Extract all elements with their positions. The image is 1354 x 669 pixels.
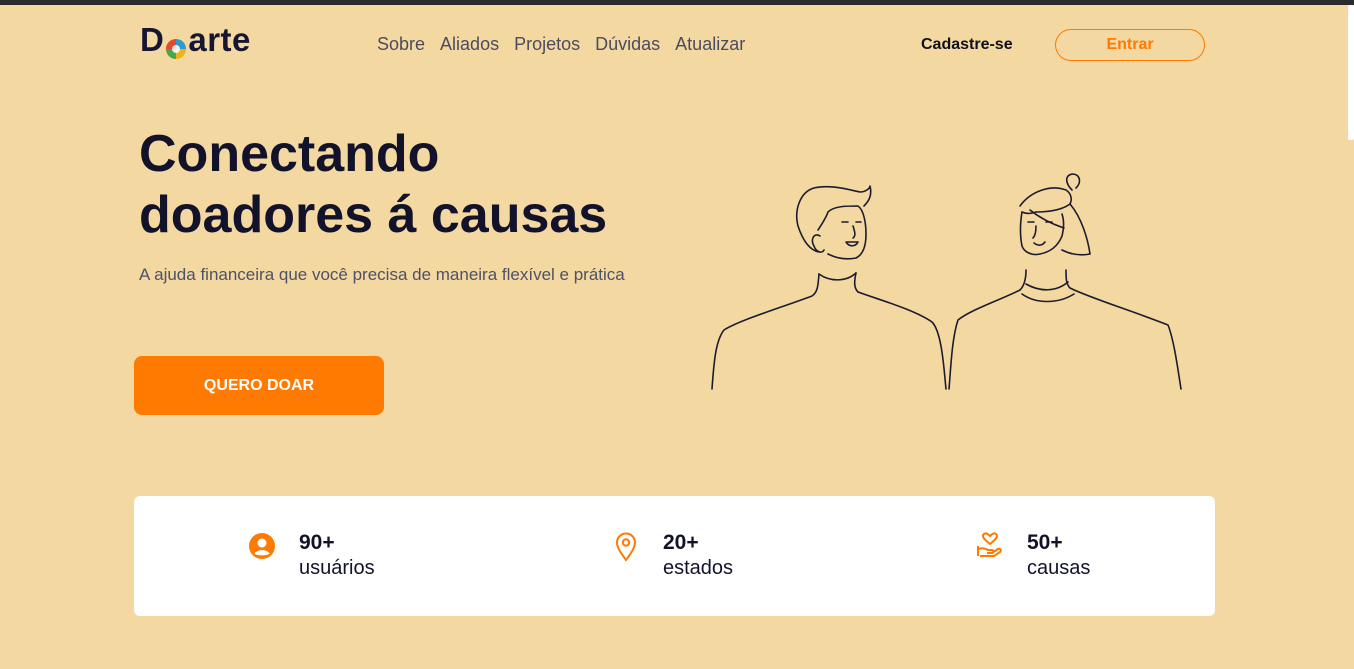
hero-title-line2: doadores á causas: [139, 186, 608, 244]
nav-link-atualizar[interactable]: Atualizar: [675, 34, 745, 55]
stat-states: 20+ estados: [612, 530, 733, 580]
donate-button[interactable]: QUERO DOAR: [134, 356, 384, 415]
stat-users-text: 90+ usuários: [299, 530, 375, 580]
people-illustration: [711, 173, 1182, 390]
stat-causes-label: causas: [1027, 557, 1091, 579]
nav-link-aliados[interactable]: Aliados: [440, 34, 499, 55]
nav-link-duvidas[interactable]: Dúvidas: [595, 34, 660, 55]
stat-users-value: 90+: [299, 531, 335, 554]
stat-states-value: 20+: [663, 531, 699, 554]
signup-link[interactable]: Cadastre-se: [921, 36, 1013, 54]
logo-text-d: D: [140, 21, 165, 58]
nav-link-sobre[interactable]: Sobre: [377, 34, 425, 55]
hero-subtitle: A ajuda financeira que você precisa de m…: [139, 265, 625, 284]
user-icon: [248, 532, 276, 562]
stat-causes: 50+ causas: [976, 530, 1090, 580]
browser-top-bar: [0, 0, 1354, 5]
stat-states-label: estados: [663, 557, 734, 579]
hand-heart-icon: [976, 532, 1004, 562]
scrollbar-thumb[interactable]: [1348, 5, 1354, 140]
stat-causes-text: 50+ causas: [1027, 530, 1090, 580]
hero-title: Conectando doadores á causas: [139, 124, 659, 246]
location-pin-icon: [612, 532, 640, 562]
stat-users: 90+ usuários: [248, 530, 375, 580]
logo-globe-icon: [165, 30, 187, 59]
main-nav: Sobre Aliados Projetos Dúvidas Atualizar: [377, 34, 745, 55]
login-button[interactable]: Entrar: [1055, 29, 1205, 61]
stat-states-text: 20+ estados: [663, 530, 733, 580]
nav-link-projetos[interactable]: Projetos: [514, 34, 580, 55]
stat-users-label: usuários: [299, 557, 375, 579]
stat-causes-value: 50+: [1027, 531, 1063, 554]
stats-panel: 90+ usuários 20+ estados 50+ causas: [134, 496, 1215, 616]
logo-text-arte: arte: [188, 21, 251, 58]
hero-title-line1: Conectando: [139, 125, 440, 183]
logo[interactable]: D arte: [140, 21, 251, 59]
